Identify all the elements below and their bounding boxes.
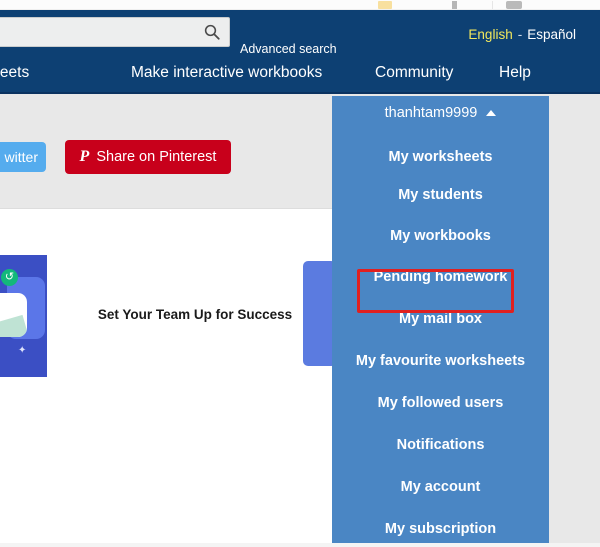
avatar-icon[interactable] [506,1,522,9]
user-dropdown-menu: thanhtam9999 My worksheets My students M… [332,96,549,547]
ad-right-panel [303,261,332,366]
screen: Advanced search English-Español orksheet… [0,0,600,547]
refresh-icon: ↺ [1,269,18,286]
share-on-twitter-button[interactable]: witter [0,142,46,172]
dropdown-item-my-followed-users[interactable]: My followed users [332,389,549,417]
share-bar: witter P Share on Pinterest [0,96,332,208]
advertisement-banner[interactable]: ↺ ✦ Set Your Team Up for Success [0,255,332,377]
dropdown-item-my-worksheets[interactable]: My worksheets [332,143,549,171]
dropdown-item-my-favourite-worksheets[interactable]: My favourite worksheets [332,347,549,375]
toolbar-divider [492,1,493,9]
share-on-pinterest-button[interactable]: P Share on Pinterest [65,140,231,174]
dropdown-item-my-mail-box[interactable]: My mail box [332,305,549,333]
ad-card-front-shape [0,293,27,337]
dropdown-item-pending-homework[interactable]: Pending homework [332,263,549,291]
page-right-gutter [549,96,600,547]
dropdown-username-toggle[interactable]: thanhtam9999 [332,96,549,130]
page-bottom-edge [0,543,600,547]
dropdown-item-my-account[interactable]: My account [332,473,549,501]
pin-icon[interactable] [452,1,457,9]
main-nav: orksheets Make interactive workbooks Com… [0,54,600,94]
content-card: ↺ ✦ Set Your Team Up for Success week Fo… [0,208,332,547]
language-english[interactable]: English [468,27,512,42]
search-icon[interactable] [203,23,221,41]
sparkle-icon: ✦ [18,345,27,356]
search-box[interactable] [0,17,230,47]
dropdown-username-label: thanhtam9999 [384,105,478,121]
star-icon[interactable] [378,1,392,9]
nav-item-community[interactable]: Community [375,64,453,82]
browser-toolbar [0,0,600,10]
chevron-up-icon [486,110,497,116]
ad-left-graphic: ↺ ✦ [0,255,47,377]
dropdown-item-my-students[interactable]: My students [332,181,549,209]
share-on-pinterest-label: Share on Pinterest [96,149,217,165]
language-spanish[interactable]: Español [527,27,576,42]
language-switcher: English - Español [468,27,576,42]
language-separator: - [517,27,523,42]
nav-item-help[interactable]: Help [499,64,531,82]
dropdown-item-notifications[interactable]: Notifications [332,431,549,459]
site-header: Advanced search English - Español [0,10,600,56]
dropdown-item-my-subscription[interactable]: My subscription [332,515,549,543]
nav-item-worksheets[interactable]: orksheets [0,64,29,82]
nav-item-make-interactive-workbooks[interactable]: Make interactive workbooks [131,64,322,82]
dropdown-item-my-workbooks[interactable]: My workbooks [332,222,549,250]
ad-headline: Set Your Team Up for Success [97,307,293,322]
search-input[interactable] [0,18,185,46]
pinterest-icon: P [79,148,90,165]
